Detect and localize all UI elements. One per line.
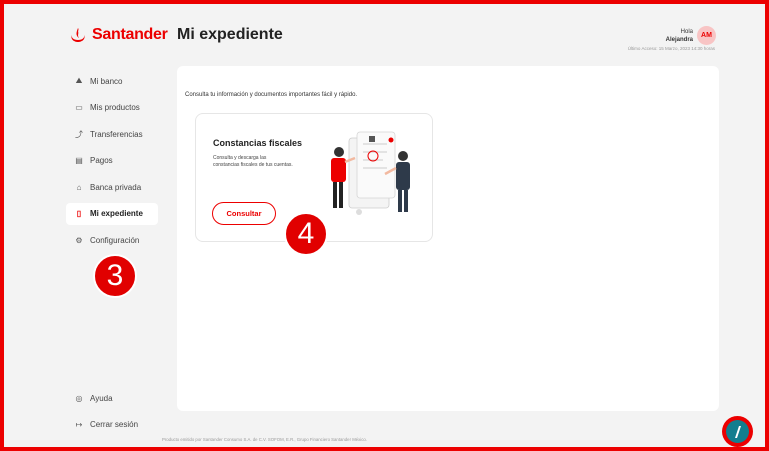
sidebar-item-label: Pagos	[90, 156, 113, 165]
main-panel: Consulta tu información y documentos imp…	[177, 66, 719, 411]
sidebar-item-transferencias[interactable]: ⤴ Transferencias	[66, 123, 158, 145]
chat-glyph-icon	[734, 425, 741, 438]
avatar[interactable]: AM	[697, 26, 716, 45]
santander-logo[interactable]: Santander	[68, 26, 168, 44]
step-marker-3: 3	[93, 254, 137, 298]
chat-icon	[726, 420, 749, 443]
sidebar: ⛰ Mi banco ▭ Mis productos ⤴ Transferenc…	[66, 70, 158, 256]
sidebar-item-label: Banca privada	[90, 182, 142, 192]
sidebar-item-label: Cerrar sesión	[90, 420, 139, 429]
last-access: Último Acceso: 15 Marzo, 2023 14:30 hora…	[627, 46, 715, 51]
sidebar-item-mi-expediente[interactable]: ▯ Mi expediente	[66, 202, 158, 225]
payments-icon: ▤	[75, 156, 83, 165]
help-icon: ◎	[75, 393, 83, 403]
step-marker-4: 4	[284, 212, 328, 256]
sidebar-item-label: Ayuda	[90, 393, 113, 403]
private-bank-icon: ⌂	[76, 182, 82, 192]
card-title: Constancias fiscales	[213, 138, 303, 148]
bank-icon: ⛰	[75, 76, 83, 85]
chat-button[interactable]	[722, 416, 753, 447]
sidebar-item-label: Configuración	[90, 235, 140, 245]
card-description: Consulta y descarga las constancias fisc…	[213, 155, 293, 168]
sidebar-item-mis-productos[interactable]: ▭ Mis productos	[66, 97, 158, 119]
sidebar-item-pagos[interactable]: ▤ Pagos	[66, 150, 158, 172]
sidebar-item-label: Mi banco	[90, 76, 123, 86]
user-name: Alejandra	[665, 37, 693, 43]
greeting-label: Hola	[680, 29, 693, 35]
footer-legal: Producto emitido por Santander Consumo S…	[162, 437, 367, 442]
intro-text: Consulta tu información y documentos imp…	[185, 92, 358, 98]
sidebar-item-label: Mi expediente	[90, 209, 143, 218]
transfer-icon: ⤴	[75, 129, 83, 139]
card-icon: ▭	[75, 103, 83, 112]
documents-illustration	[331, 131, 410, 215]
logout-icon: ↦	[75, 420, 83, 429]
flame-icon	[71, 28, 85, 42]
sidebar-item-configuracion[interactable]: ⚙ Configuración	[66, 229, 158, 251]
sidebar-item-banca-privada[interactable]: ⌂ Banca privada	[66, 176, 158, 198]
app-frame: Santander Mi expediente Hola Alejandra A…	[4, 4, 765, 447]
user-greeting: Hola Alejandra	[666, 28, 693, 44]
sidebar-item-label: Transferencias	[90, 129, 143, 139]
sidebar-item-ayuda[interactable]: ◎ Ayuda	[66, 387, 158, 409]
sidebar-item-label: Mis productos	[90, 103, 140, 112]
consultar-button[interactable]: Consultar	[212, 202, 276, 225]
brand-name: Santander	[92, 26, 168, 43]
sidebar-bottom: ◎ Ayuda ↦ Cerrar sesión	[66, 387, 158, 440]
page-title: Mi expediente	[177, 26, 283, 43]
gear-icon: ⚙	[75, 235, 83, 245]
sidebar-item-cerrar-sesion[interactable]: ↦ Cerrar sesión	[66, 414, 158, 436]
document-icon: ▯	[76, 209, 82, 218]
sidebar-item-mi-banco[interactable]: ⛰ Mi banco	[66, 70, 158, 92]
